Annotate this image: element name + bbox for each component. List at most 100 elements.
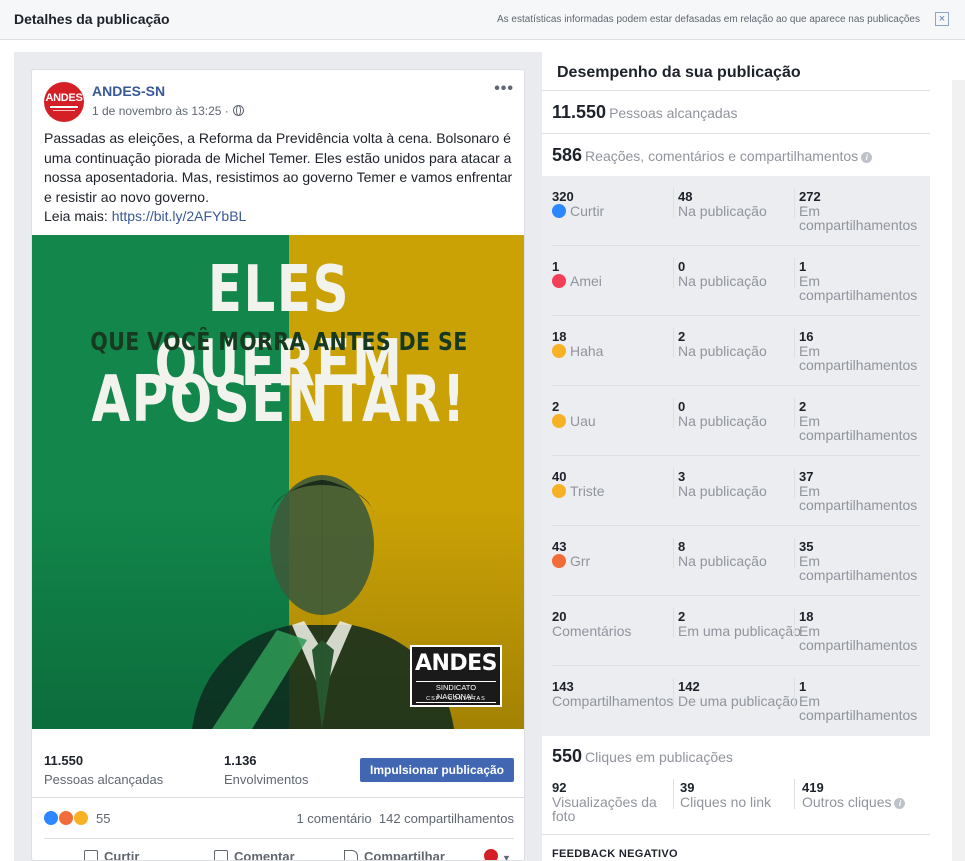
total-value: 1 [552, 259, 560, 274]
on-shares-label: Em compartilhamentos [799, 343, 918, 373]
reach-metric: 11.550 Pessoas alcançadas [552, 102, 737, 123]
breakdown-total: 1 Amei [552, 259, 602, 288]
boost-post-button[interactable]: Impulsionar publicação [360, 758, 514, 782]
on-post-value: 0 [678, 259, 686, 274]
breakdown-on-post: 48 Na publicação [678, 189, 767, 218]
total-label: Curtir [552, 204, 604, 218]
breakdown-total: 20 Comentários [552, 609, 631, 638]
click-label: Visualizações da foto [552, 794, 657, 824]
cell-divider [794, 538, 795, 568]
like-icon [43, 810, 59, 826]
reactions-metric-label: Reações, comentários e compartilhamentos [585, 148, 859, 164]
cell-divider [673, 328, 674, 358]
page-selector[interactable]: ▼ [484, 849, 511, 861]
cell-divider [673, 188, 674, 218]
angry-icon [552, 554, 566, 568]
more-options-icon[interactable]: ••• [494, 80, 514, 98]
love-icon [552, 274, 566, 288]
comment-label: Comentar [234, 849, 295, 861]
engagement-label: Envolvimentos [224, 772, 309, 787]
like-button[interactable]: Curtir [84, 849, 140, 861]
dialog-title: Detalhes da publicação [14, 11, 170, 27]
breakdown-row: 320 Curtir 48 Na publicação 272 Em compa… [542, 176, 930, 246]
breakdown-total: 40 Triste [552, 469, 604, 498]
reaction-name: Amei [570, 273, 602, 289]
reactions-summary[interactable]: 55 1 comentário 142 compartilhamentos [32, 797, 524, 837]
comments-shares-summary[interactable]: 1 comentário 142 compartilhamentos [296, 811, 514, 826]
breakdown-on-post: 2 Na publicação [678, 329, 767, 358]
haha-icon [552, 344, 566, 358]
cell-divider [794, 608, 795, 638]
on-post-label: Na publicação [678, 483, 767, 499]
comment-button[interactable]: Comentar [214, 849, 295, 861]
click-label: Outros cliques i [802, 795, 906, 809]
reach-label: Pessoas alcançadas [44, 772, 164, 787]
post-text-line: e resistir ao novo governo. [44, 188, 209, 205]
breakdown-on-post: 0 Na publicação [678, 259, 767, 288]
breakdown-on-shares: 16 Em compartilhamentos [799, 329, 930, 372]
on-post-value: 142 [678, 679, 700, 694]
page-avatar-icon [484, 849, 498, 860]
on-post-value: 2 [678, 609, 686, 624]
scrollbar[interactable] [952, 80, 965, 861]
page-name-link[interactable]: ANDES-SN [92, 83, 165, 99]
engagement-count: 1.136 [224, 753, 257, 768]
reach-metric-num: 11.550 [552, 102, 607, 122]
post-stats-bar: 11.550 Pessoas alcançadas 1.136 Envolvim… [32, 745, 524, 795]
click-label: Cliques no link [680, 794, 772, 810]
breakdown-on-shares: 272 Em compartilhamentos [799, 189, 930, 232]
avatar[interactable]: ANDES [44, 82, 84, 122]
info-icon[interactable]: i [861, 152, 873, 163]
total-label: Uau [552, 414, 596, 428]
reaction-name: Uau [570, 413, 596, 429]
logo-sub2-text: CSP · CONLUTAS [426, 696, 486, 702]
avatar-logo-rule [50, 106, 78, 108]
share-button[interactable]: Compartilhar [344, 849, 445, 861]
breakdown-total: 143 Compartilhamentos [552, 679, 673, 708]
reactions-breakdown: 3 2 0 Curtir 48 Na publicação 272 Em compa… [542, 176, 930, 736]
share-label: Compartilhar [364, 849, 445, 861]
breakdown-row: 43 Grr 8 Na publicação 35 Em compartilha… [542, 526, 930, 596]
on-shares-label: Em compartilhamentos [799, 273, 918, 303]
total-value: 18 [552, 329, 567, 344]
breakdown-on-post: 0 Na publicação [678, 399, 767, 428]
sad-icon [552, 484, 566, 498]
breakdown-on-shares: 37 Em compartilhamentos [799, 469, 930, 512]
on-shares-value: 272 [799, 189, 821, 204]
shares-count[interactable]: 142 compartilhamentos [379, 811, 514, 826]
avatar-logo-text: ANDES [45, 92, 83, 104]
post-text-line: Leia mais: https://bit.ly/2AFYbBL [44, 207, 516, 227]
on-post-value: 48 [678, 189, 693, 204]
on-post-value: 2 [678, 329, 686, 344]
cell-divider [794, 258, 795, 288]
breakdown-row: 143 Compartilhamentos 142 De uma publica… [542, 666, 930, 736]
logo-main-text: ANDES [414, 651, 498, 676]
close-icon[interactable]: × [935, 12, 949, 26]
on-shares-value: 2 [799, 399, 807, 414]
like-icon [552, 204, 566, 218]
on-shares-label: Em compartilhamentos [799, 203, 918, 233]
total-label: Triste [552, 484, 604, 498]
breakdown-row: 2 Uau 0 Na publicação 2 Em compartilhame… [542, 386, 930, 456]
on-post-value: 3 [678, 469, 686, 484]
on-post-label: Na publicação [678, 343, 767, 359]
comments-count[interactable]: 1 comentário [296, 811, 371, 826]
on-shares-value: 16 [799, 329, 814, 344]
breakdown-row: 18 Haha 2 Na publicação 16 Em compartilh… [542, 316, 930, 386]
info-icon[interactable]: i [894, 798, 906, 809]
cell-divider [794, 398, 795, 428]
on-shares-label: Em compartilhamentos [799, 413, 918, 443]
breakdown-on-post: 8 Na publicação [678, 539, 767, 568]
on-post-label: Na publicação [678, 553, 767, 569]
post-link[interactable]: https://bit.ly/2AFYbBL [112, 208, 247, 224]
cell-divider [794, 188, 795, 218]
avatar-logo-rule-small [53, 110, 75, 111]
post-image[interactable]: ELES QUEREM QUE VOCÊ MORRA ANTES DE SE A… [32, 235, 524, 729]
breakdown-total: 43 Grr [552, 539, 590, 568]
click-value: 419 [802, 780, 824, 795]
like-label: Curtir [104, 849, 140, 861]
dialog-header: Detalhes da publicação As estatísticas i… [0, 0, 965, 40]
chevron-down-icon: ▼ [502, 853, 511, 861]
cell-divider [794, 779, 795, 809]
post-date[interactable]: 1 de novembro às 13:25 · [92, 104, 244, 118]
